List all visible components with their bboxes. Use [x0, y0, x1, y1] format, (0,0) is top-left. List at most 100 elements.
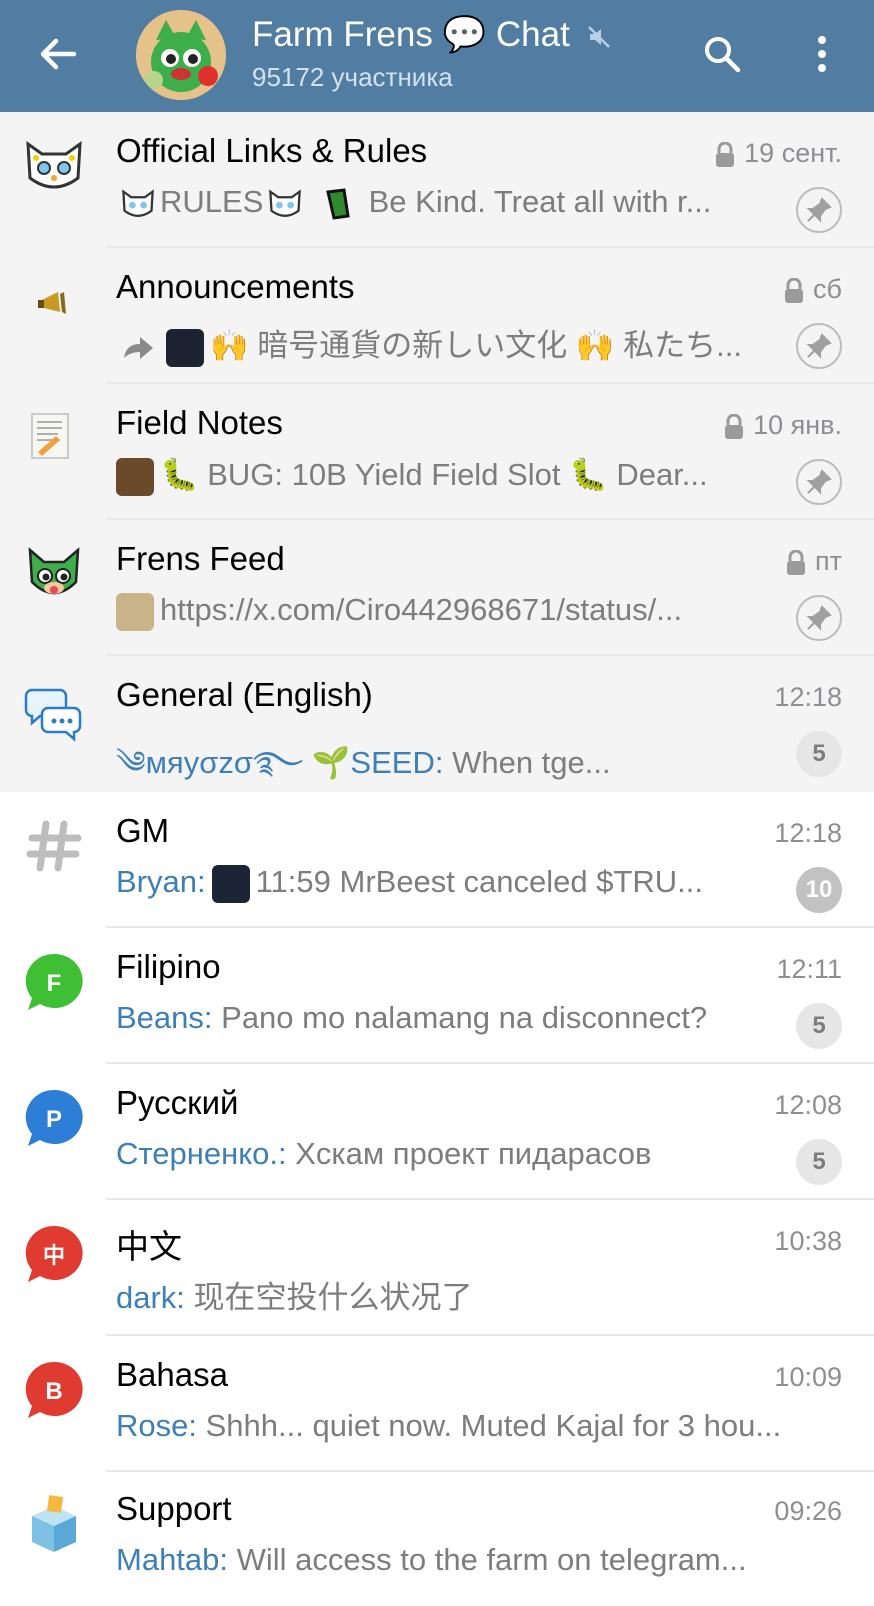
- topic-row-russian[interactable]: P Русский 12:08 Стерненко.: Хскам проект…: [0, 1064, 874, 1200]
- topic-time: 10:38: [774, 1226, 842, 1256]
- topic-title: GM: [116, 812, 170, 849]
- media-thumbnail: [116, 457, 154, 496]
- topic-title: General (English): [116, 676, 373, 713]
- topic-preview: Rose: Shhh... quiet now. Muted Kajal for…: [116, 1408, 782, 1443]
- topic-row-filipino[interactable]: F Filipino 12:11 Beans: Pano mo nalamang…: [0, 928, 874, 1064]
- hashtag-icon: [26, 820, 82, 872]
- megaphone-icon: [38, 292, 66, 314]
- topic-time: 09:26: [774, 1496, 842, 1526]
- topic-preview: https://x.com/Ciro442968671/status/...: [116, 592, 766, 631]
- cat-face-icon: [269, 189, 302, 217]
- media-thumbnail: [211, 864, 250, 903]
- message-sender: Стерненко.:: [116, 1136, 287, 1171]
- svg-text:中: 中: [43, 1244, 65, 1269]
- media-thumbnail: [166, 328, 204, 367]
- chat-title[interactable]: Farm Frens 💬 Chat: [252, 14, 612, 55]
- svg-text:P: P: [46, 1106, 62, 1133]
- raised-hands-icon: 🙌: [575, 328, 615, 363]
- wind-icon: ༄: [116, 745, 146, 780]
- more-menu-icon[interactable]: [810, 32, 834, 76]
- message-sender: Mahtab:: [116, 1542, 229, 1577]
- topic-row-announcements[interactable]: Announcements сб 🙌 暗号通貨の新しい文化 🙌 私たち...: [0, 248, 874, 384]
- topic-preview: RULES Be Kind. Treat all with r...: [116, 184, 756, 222]
- topic-title: Bahasa: [116, 1356, 228, 1393]
- cat-face-icon: [26, 140, 82, 189]
- topic-title: Frens Feed: [116, 540, 285, 577]
- topic-row-bahasa[interactable]: B Bahasa 10:09 Rose: Shhh... quiet now. …: [0, 1336, 874, 1472]
- topic-preview: Bryan: 11:59 MrBeest canceled $TRU...: [116, 864, 756, 903]
- chat-header: Farm Frens 💬 Chat 95172 участника: [0, 0, 874, 112]
- topic-title: Filipino: [116, 948, 221, 985]
- russian-bubble-icon: P: [25, 1089, 83, 1146]
- green-leaf-icon: [326, 188, 350, 220]
- topic-title: Announcements: [116, 268, 355, 305]
- message-sender: ༄мяуσzσ࿐ 🌱SEED:: [116, 745, 444, 780]
- message-sender: dark:: [116, 1280, 185, 1315]
- lock-icon: [785, 277, 804, 303]
- unread-badge: 5: [796, 1003, 842, 1049]
- raised-hands-icon: 🙌: [210, 328, 249, 363]
- topic-time: 10:09: [774, 1362, 842, 1392]
- topic-title: 中文: [116, 1228, 182, 1265]
- topic-time: 12:18: [774, 818, 842, 848]
- topic-row-general-english[interactable]: General (English) 12:18 ༄мяуσzσ࿐ 🌱SEED: …: [0, 656, 874, 792]
- topic-title: Field Notes: [116, 404, 283, 441]
- topic-preview: Mahtab: Will access to the farm on teleg…: [116, 1542, 747, 1577]
- filipino-bubble-icon: F: [25, 953, 83, 1010]
- topic-time: 10 янв.: [723, 410, 842, 441]
- topic-row-frens-feed[interactable]: Frens Feed пт https://x.com/Ciro44296867…: [0, 520, 874, 656]
- lock-icon: [725, 413, 744, 439]
- green-creature-icon: [28, 547, 80, 595]
- bahasa-bubble-icon: B: [25, 1361, 83, 1418]
- unread-badge: 5: [796, 1139, 842, 1185]
- topic-time: пт: [785, 546, 842, 577]
- topic-row-gm[interactable]: GM 12:18 Bryan: 11:59 MrBeest canceled $T…: [0, 792, 874, 928]
- topic-time: 12:18: [774, 682, 842, 712]
- bug-icon: 🐛: [569, 457, 608, 492]
- topic-time: сб: [783, 274, 842, 305]
- pin-icon[interactable]: [796, 595, 842, 641]
- search-icon[interactable]: [700, 32, 744, 76]
- topic-row-chinese[interactable]: 中 中文 10:38 dark: 现在空投什么状况了: [0, 1200, 874, 1336]
- member-count: 95172 участника: [252, 62, 453, 92]
- pin-icon[interactable]: [796, 323, 842, 369]
- bug-icon: 🐛: [160, 457, 199, 492]
- back-arrow-icon[interactable]: [36, 32, 80, 76]
- topic-time: 12:11: [776, 954, 842, 984]
- media-thumbnail: [116, 592, 154, 631]
- topic-preview: Стерненко.: Хскам проект пидарасов: [116, 1136, 652, 1171]
- notepad-icon: [31, 413, 69, 459]
- topic-title: Русский: [116, 1084, 239, 1121]
- topic-time: 19 сент.: [714, 138, 842, 169]
- topic-preview: Beans: Pano mo nalamang na disconnect?: [116, 1000, 708, 1035]
- topic-preview: 🙌 暗号通貨の新しい文化 🙌 私たち...: [116, 320, 756, 367]
- wind-icon: ࿐: [252, 745, 304, 780]
- topic-title: Official Links & Rules: [116, 132, 428, 169]
- unread-badge: 5: [796, 731, 842, 777]
- pin-icon[interactable]: [796, 459, 842, 505]
- chat-title-text: Farm Frens 💬 Chat: [252, 15, 570, 54]
- topic-preview: dark: 现在空投什么状况了: [116, 1280, 473, 1315]
- lock-icon: [787, 549, 805, 575]
- cat-face-icon: [122, 189, 154, 217]
- message-sender: Beans:: [116, 1000, 213, 1035]
- svg-text:B: B: [45, 1378, 62, 1405]
- message-sender: Bryan:: [116, 864, 206, 899]
- forward-arrow-icon: [124, 336, 153, 359]
- ballot-box-icon: [32, 1495, 76, 1552]
- topic-preview: 🐛 BUG: 10B Yield Field Slot 🐛 Dear...: [116, 456, 756, 496]
- message-sender: Rose:: [116, 1408, 197, 1443]
- chinese-bubble-icon: 中: [25, 1225, 83, 1282]
- topic-time: 12:08: [774, 1090, 842, 1120]
- unread-badge: 10: [796, 867, 842, 913]
- lock-icon: [716, 141, 735, 167]
- pin-icon[interactable]: [796, 187, 842, 233]
- group-avatar[interactable]: [136, 10, 226, 100]
- topic-title: Support: [116, 1490, 232, 1527]
- topic-row-support[interactable]: Support 09:26 Mahtab: Will access to the…: [0, 1470, 874, 1606]
- speech-bubbles-icon: [24, 688, 82, 742]
- muted-icon: [587, 25, 610, 48]
- svg-text:F: F: [47, 970, 62, 997]
- topic-row-field-notes[interactable]: Field Notes 10 янв. 🐛 BUG: 10B Yield Fie…: [0, 384, 874, 520]
- topic-row-official-links[interactable]: Official Links & Rules 19 сент. RULES Be…: [0, 112, 874, 248]
